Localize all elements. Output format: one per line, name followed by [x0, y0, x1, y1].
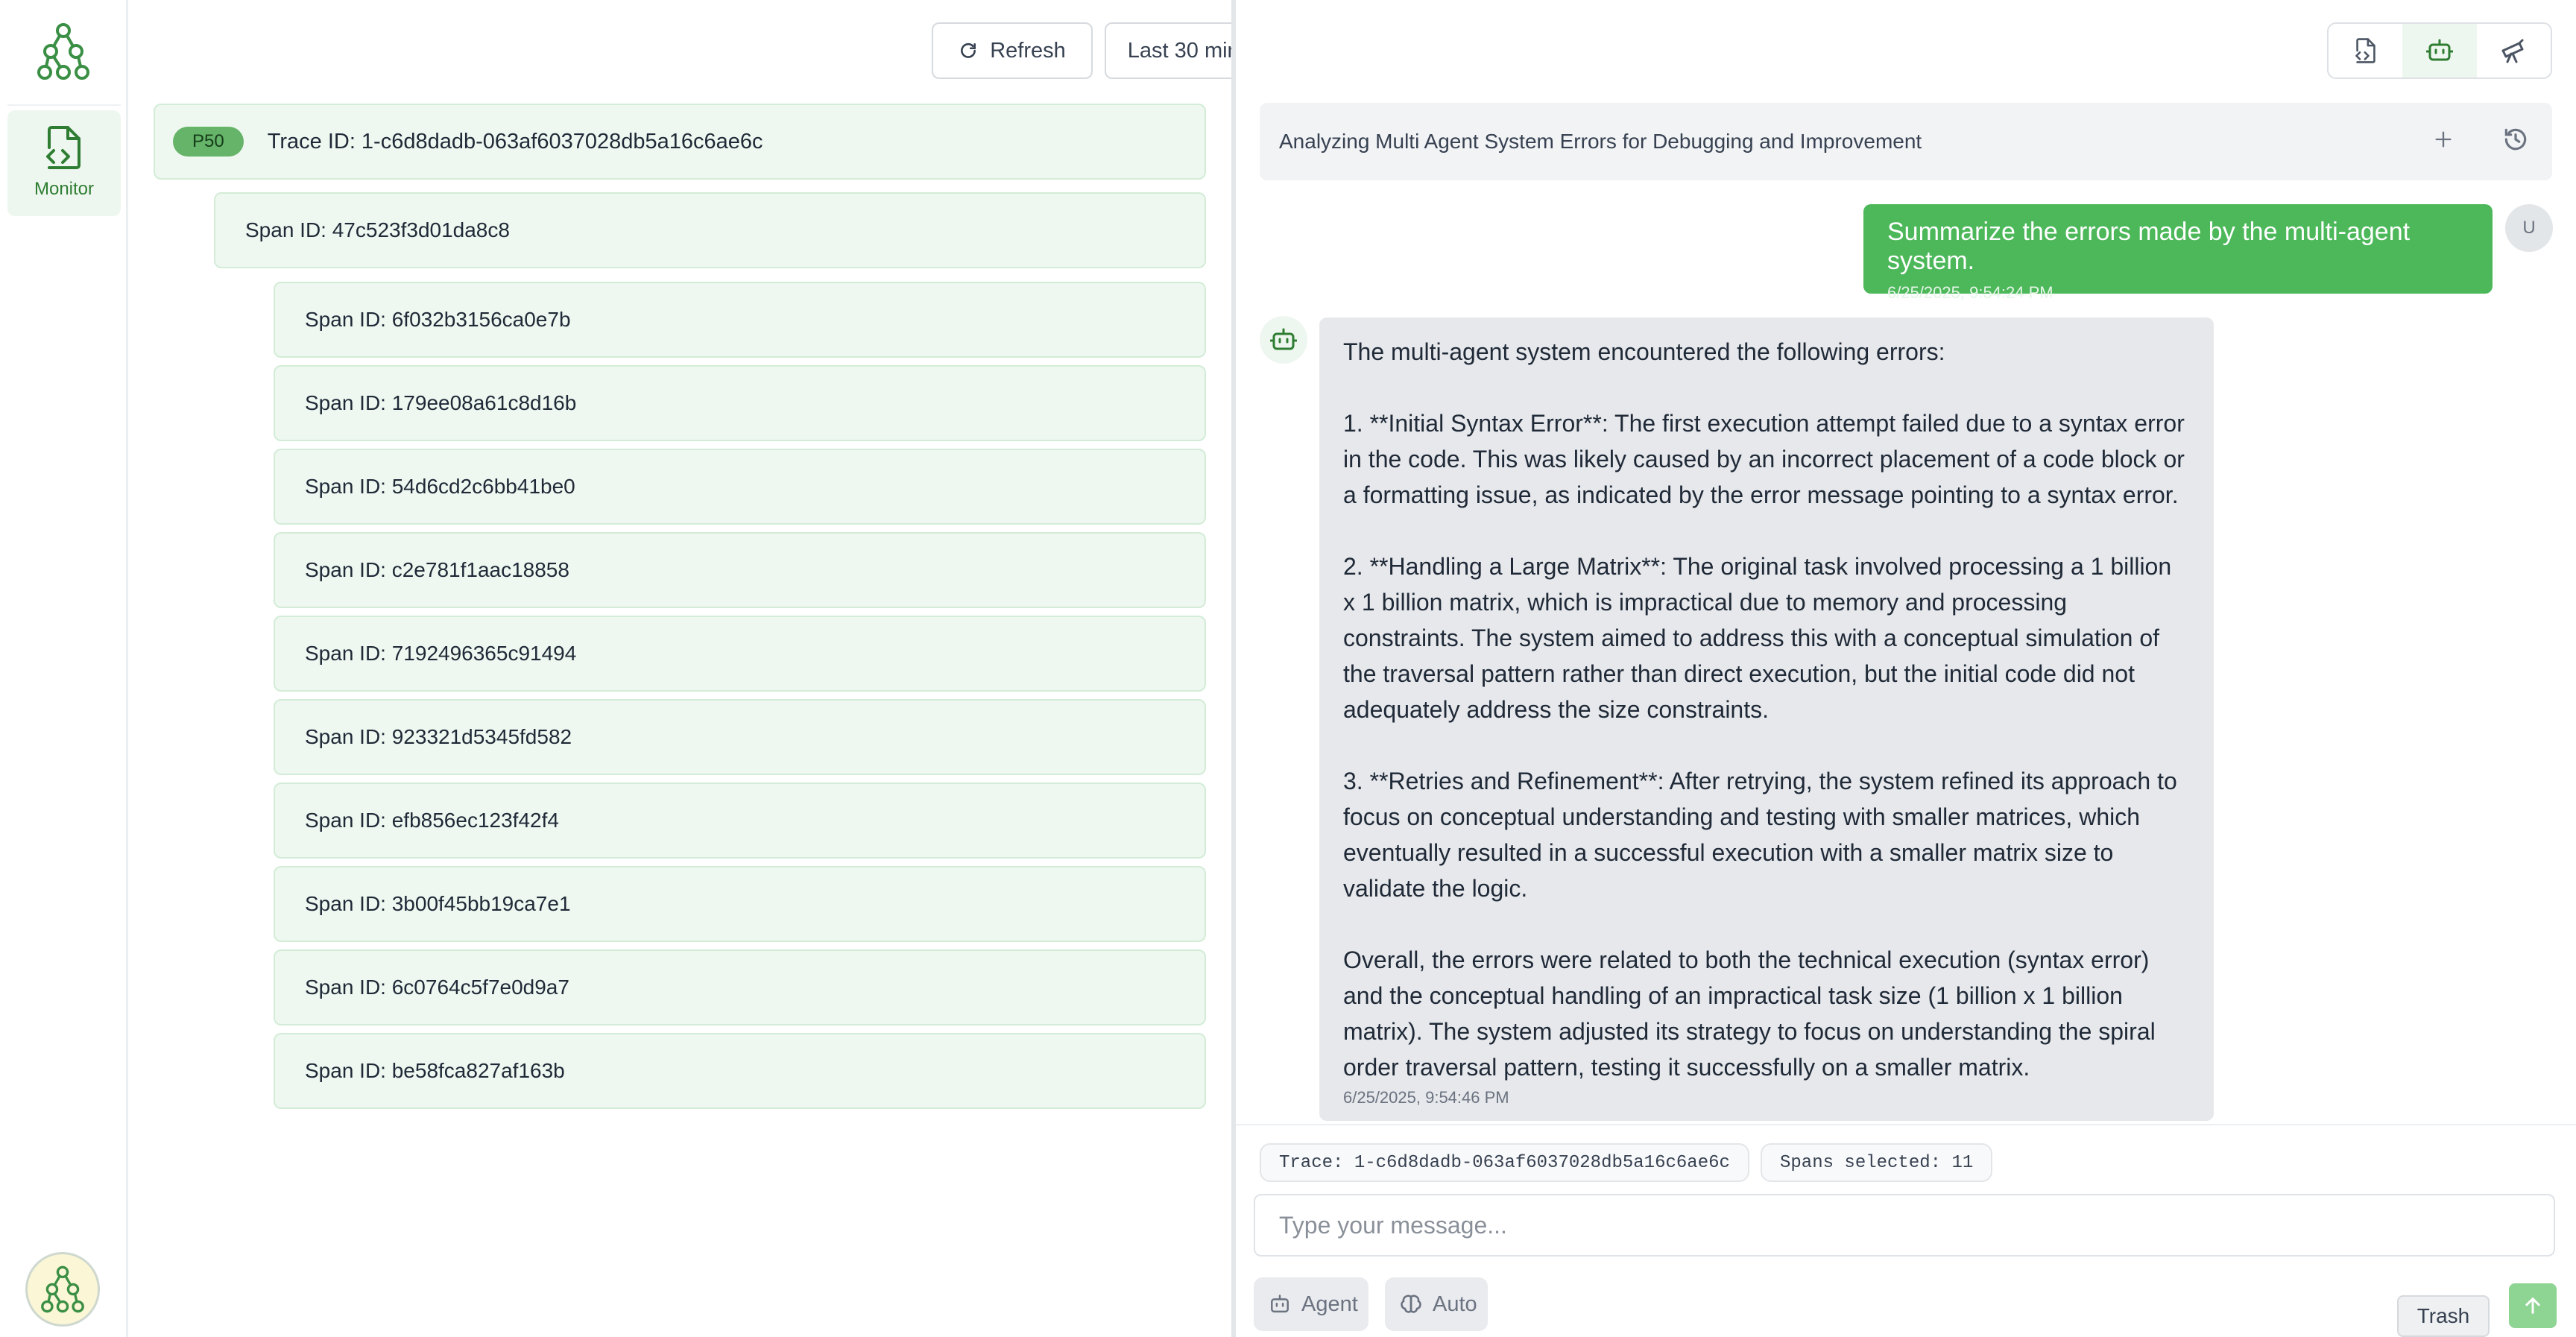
agent-mode-label: Agent	[1301, 1292, 1358, 1316]
chat-divider	[1236, 1124, 2576, 1125]
spans-selected-chip[interactable]: Spans selected: 11	[1761, 1143, 1993, 1182]
span-row[interactable]: Span ID: 179ee08a61c8d16b	[274, 365, 1206, 441]
explore-button[interactable]	[2477, 24, 2551, 78]
span-id-label: Span ID: 6f032b3156ca0e7b	[305, 308, 571, 331]
trace-row[interactable]: P50 Trace ID: 1-c6d8dadb-063af6037028db5…	[154, 104, 1206, 180]
span-row[interactable]: Span ID: 3b00f45bb19ca7e1	[274, 866, 1206, 942]
trace-id-label: Trace ID: 1-c6d8dadb-063af6037028db5a16c…	[267, 129, 763, 154]
conversation-title: Analyzing Multi Agent System Errors for …	[1279, 130, 1922, 153]
span-id-label: Span ID: be58fca827af163b	[305, 1059, 565, 1082]
user-message-text: Summarize the errors made by the multi-a…	[1887, 218, 2411, 275]
nav-item-monitor[interactable]: Monitor	[7, 110, 121, 216]
refresh-label: Refresh	[990, 38, 1066, 63]
span-row-root[interactable]: Span ID: 47c523f3d01da8c8	[214, 192, 1206, 268]
history-icon	[2504, 128, 2527, 150]
auto-mode-label: Auto	[1433, 1292, 1477, 1316]
message-input[interactable]	[1254, 1194, 2555, 1257]
auto-mode-button[interactable]: Auto	[1385, 1277, 1488, 1331]
user-avatar: U	[2505, 204, 2553, 252]
nav-item-label: Monitor	[34, 179, 95, 199]
code-file-icon	[2355, 38, 2375, 63]
span-id-label: Span ID: 7192496365c91494	[305, 642, 577, 665]
agent-mode-button[interactable]: Agent	[1254, 1277, 1368, 1331]
trace-context-chip[interactable]: Trace: 1-c6d8dadb-063af6037028db5a16c6ae…	[1260, 1143, 1749, 1182]
refresh-button[interactable]: Refresh	[932, 22, 1093, 79]
trash-button[interactable]: Trash	[2397, 1295, 2490, 1337]
brain-icon	[1400, 1294, 1422, 1315]
code-view-button[interactable]	[2329, 24, 2402, 78]
span-row[interactable]: Span ID: 54d6cd2c6bb41be0	[274, 449, 1206, 525]
conversation-header: Analyzing Multi Agent System Errors for …	[1260, 103, 2552, 180]
history-button[interactable]	[2501, 125, 2530, 159]
span-row[interactable]: Span ID: c2e781f1aac18858	[274, 532, 1206, 608]
span-id-label: Span ID: c2e781f1aac18858	[305, 558, 569, 581]
span-row[interactable]: Span ID: 7192496365c91494	[274, 616, 1206, 692]
span-id-label: Span ID: 923321d5345fd582	[305, 725, 572, 748]
user-message: Summarize the errors made by the multi-a…	[1863, 204, 2493, 302]
span-id-label: Span ID: 47c523f3d01da8c8	[245, 218, 510, 241]
app-logo[interactable]	[30, 18, 97, 85]
assistant-message-text: The multi-agent system encountered the f…	[1343, 338, 2185, 1081]
span-row[interactable]: Span ID: 6c0764c5f7e0d9a7	[274, 949, 1206, 1025]
span-id-label: Span ID: efb856ec123f42f4	[305, 809, 559, 832]
chat-toolbar	[2327, 22, 2552, 79]
plus-icon	[2435, 131, 2452, 147]
span-id-label: Span ID: 3b00f45bb19ca7e1	[305, 892, 571, 915]
message-timestamp: 6/25/2025, 9:54:24 PM	[1887, 283, 2053, 302]
graph-nodes-icon	[41, 1265, 84, 1313]
side-nav: Monitor	[0, 0, 128, 1337]
send-button[interactable]	[2509, 1283, 2557, 1328]
agent-view-button[interactable]	[2402, 24, 2477, 78]
graph-nodes-icon	[37, 23, 89, 80]
percentile-badge: P50	[173, 127, 244, 157]
arrow-up-icon	[2525, 1298, 2540, 1314]
assistant-message: The multi-agent system encountered the f…	[1319, 317, 2214, 1121]
span-row[interactable]: Span ID: be58fca827af163b	[274, 1033, 1206, 1109]
span-id-label: Span ID: 54d6cd2c6bb41be0	[305, 475, 575, 498]
robot-icon	[2425, 39, 2453, 61]
refresh-icon	[959, 41, 978, 60]
robot-icon	[1269, 1294, 1291, 1315]
nav-divider	[7, 104, 121, 106]
bot-avatar	[1260, 316, 1307, 364]
span-row[interactable]: Span ID: 923321d5345fd582	[274, 699, 1206, 775]
new-chat-button[interactable]	[2433, 129, 2454, 155]
telescope-icon	[2501, 39, 2524, 63]
span-row[interactable]: Span ID: 6f032b3156ca0e7b	[274, 282, 1206, 358]
user-avatar-logo[interactable]	[25, 1252, 100, 1327]
span-row[interactable]: Span ID: efb856ec123f42f4	[274, 783, 1206, 859]
chat-panel: Analyzing Multi Agent System Errors for …	[1236, 0, 2576, 1337]
robot-icon	[1270, 328, 1297, 350]
message-timestamp: 6/25/2025, 9:54:46 PM	[1343, 1088, 1509, 1107]
code-file-icon	[46, 126, 80, 169]
span-id-label: Span ID: 6c0764c5f7e0d9a7	[305, 976, 569, 999]
span-id-label: Span ID: 179ee08a61c8d16b	[305, 391, 577, 414]
